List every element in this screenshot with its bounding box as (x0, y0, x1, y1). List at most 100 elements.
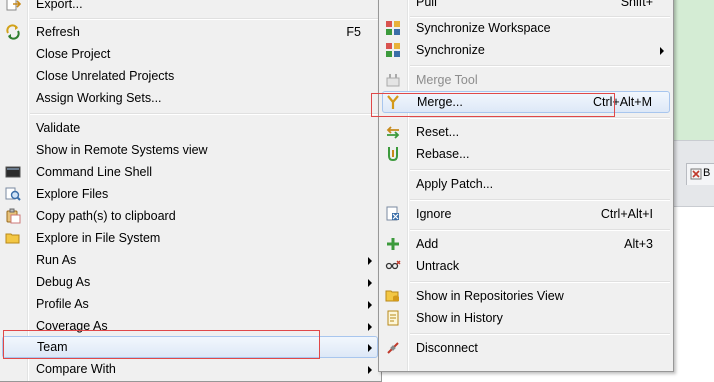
menu-item-label: Command Line Shell (36, 165, 153, 179)
menu-item-label: Explore in File System (36, 231, 161, 245)
menu-item-assign-working-sets[interactable]: Assign Working Sets... (2, 87, 378, 109)
menu-item-label: Show in History (416, 311, 503, 325)
menu-item-shortcut: Alt+3 (624, 237, 653, 251)
menu-item-label: Compare With (36, 362, 116, 376)
menu-item-label: Explore Files (36, 187, 109, 201)
menu-item-compare-with[interactable]: Compare With (2, 358, 378, 380)
menu-item-label: Run As (36, 253, 77, 267)
add-icon (387, 238, 399, 250)
menu-item-disconnect[interactable]: Disconnect (382, 337, 670, 359)
menu-item-reset[interactable]: Reset... (382, 121, 670, 143)
rebase-icon (388, 147, 398, 162)
menu-item-close-unrelated-projects[interactable]: Close Unrelated Projects (2, 65, 378, 87)
view-divider (672, 206, 714, 207)
export-icon (6, 0, 21, 11)
menu-item-explore-files[interactable]: Explore Files (2, 183, 378, 205)
merge-icon (387, 95, 399, 109)
synchronize-icon (386, 43, 400, 57)
menu-item-label: Pull (416, 0, 437, 9)
menu-separator (410, 333, 670, 335)
menu-item-label: Ignore (416, 207, 452, 221)
refresh-icon (6, 24, 20, 40)
menu-separator (30, 18, 378, 20)
menu-item-profile-as[interactable]: Profile As (2, 293, 378, 315)
menu-item-team[interactable]: Team (2, 336, 378, 358)
menu-item-debug-as[interactable]: Debug As (2, 271, 378, 293)
menu-separator (410, 169, 670, 171)
menu-item-label: Team (37, 340, 68, 354)
menu-item-show-in-history[interactable]: Show in History (382, 307, 670, 329)
folder-icon (5, 233, 20, 244)
menu-item-untrack[interactable]: Untrack (382, 255, 670, 277)
menu-item-label: Copy path(s) to clipboard (36, 209, 176, 223)
repositories-view-icon (385, 290, 399, 302)
menu-item-validate[interactable]: Validate (2, 117, 378, 139)
menu-item-rebase[interactable]: Rebase... (382, 143, 670, 165)
copy-path-icon (6, 208, 21, 224)
menu-item-show-in-repositories-view[interactable]: Show in Repositories View (382, 285, 670, 307)
menu-item-synchronize-workspace[interactable]: Synchronize Workspace (382, 17, 670, 39)
untrack-icon (385, 260, 401, 270)
menu-separator (410, 117, 670, 119)
submenu-arrow-icon (368, 323, 372, 331)
synchronize-workspace-icon (386, 21, 400, 35)
view-tab-label: B (703, 167, 711, 179)
menu-item-label: Show in Repositories View (416, 289, 564, 303)
menu-item-label: Rebase... (416, 147, 470, 161)
menu-item-export[interactable]: Export... (2, 0, 378, 15)
project-context-menu: Export... Refresh F5 Close Project Close… (0, 0, 382, 382)
menu-item-label: Assign Working Sets... (36, 91, 162, 105)
menu-item-apply-patch[interactable]: Apply Patch... (382, 173, 670, 195)
menu-item-label: Merge Tool (416, 73, 478, 87)
menu-item-label: Coverage As (36, 319, 108, 333)
view-tab[interactable]: B (686, 163, 714, 185)
menu-item-shortcut: Ctrl+Alt+I (600, 207, 653, 221)
menu-item-label: Disconnect (416, 341, 478, 355)
menu-item-label: Untrack (416, 259, 460, 273)
menu-item-command-line-shell[interactable]: Command Line Shell (2, 161, 378, 183)
menu-item-label: Add (416, 237, 439, 251)
menu-item-run-as[interactable]: Run As (2, 249, 378, 271)
menu-item-close-project[interactable]: Close Project (2, 43, 378, 65)
menu-item-coverage-as[interactable]: Coverage As (2, 315, 378, 337)
menu-item-refresh[interactable]: Refresh F5 (2, 21, 378, 43)
menu-item-label: Show in Remote Systems view (36, 143, 208, 157)
explore-files-icon (5, 187, 21, 201)
menu-item-label: Synchronize Workspace (416, 21, 551, 35)
menu-item-synchronize[interactable]: Synchronize (382, 39, 670, 61)
menu-item-label: Synchronize (416, 43, 485, 57)
merge-tool-icon (386, 74, 400, 87)
team-submenu: Pull Shift+ Synchronize Workspace Synchr… (378, 0, 674, 372)
menu-item-shortcut: F5 (346, 25, 361, 39)
menu-item-pull[interactable]: Pull Shift+ (382, 0, 670, 13)
menu-item-copy-paths[interactable]: Copy path(s) to clipboard (2, 205, 378, 227)
menu-item-label: Profile As (36, 297, 89, 311)
menu-separator (410, 229, 670, 231)
menu-item-add[interactable]: Add Alt+3 (382, 233, 670, 255)
submenu-arrow-icon (368, 279, 372, 287)
menu-item-label: Close Unrelated Projects (36, 69, 175, 83)
reset-icon (386, 126, 400, 139)
menu-item-label: Refresh (36, 25, 80, 39)
menu-item-show-in-remote-systems[interactable]: Show in Remote Systems view (2, 139, 378, 161)
menu-item-label: Debug As (36, 275, 91, 289)
menu-separator (410, 199, 670, 201)
menu-item-merge-tool[interactable]: Merge Tool (382, 69, 670, 91)
menu-item-label: Reset... (416, 125, 460, 139)
menu-item-label: Validate (36, 121, 81, 135)
submenu-arrow-icon (368, 344, 372, 352)
menu-separator (410, 281, 670, 283)
disconnect-icon (387, 342, 399, 354)
menu-separator (410, 65, 670, 67)
menu-item-ignore[interactable]: Ignore Ctrl+Alt+I (382, 203, 670, 225)
submenu-arrow-icon (368, 301, 372, 309)
menu-item-explore-in-file-system[interactable]: Explore in File System (2, 227, 378, 249)
menu-item-label: Close Project (36, 47, 111, 61)
menu-item-label: Merge... (417, 95, 463, 109)
menu-item-shortcut: Ctrl+Alt+M (592, 95, 652, 109)
submenu-arrow-icon (660, 47, 664, 55)
submenu-arrow-icon (368, 366, 372, 374)
menu-item-merge[interactable]: Merge... Ctrl+Alt+M (382, 91, 670, 113)
menu-item-label: Apply Patch... (416, 177, 494, 191)
menu-item-label: Export... (36, 0, 83, 11)
